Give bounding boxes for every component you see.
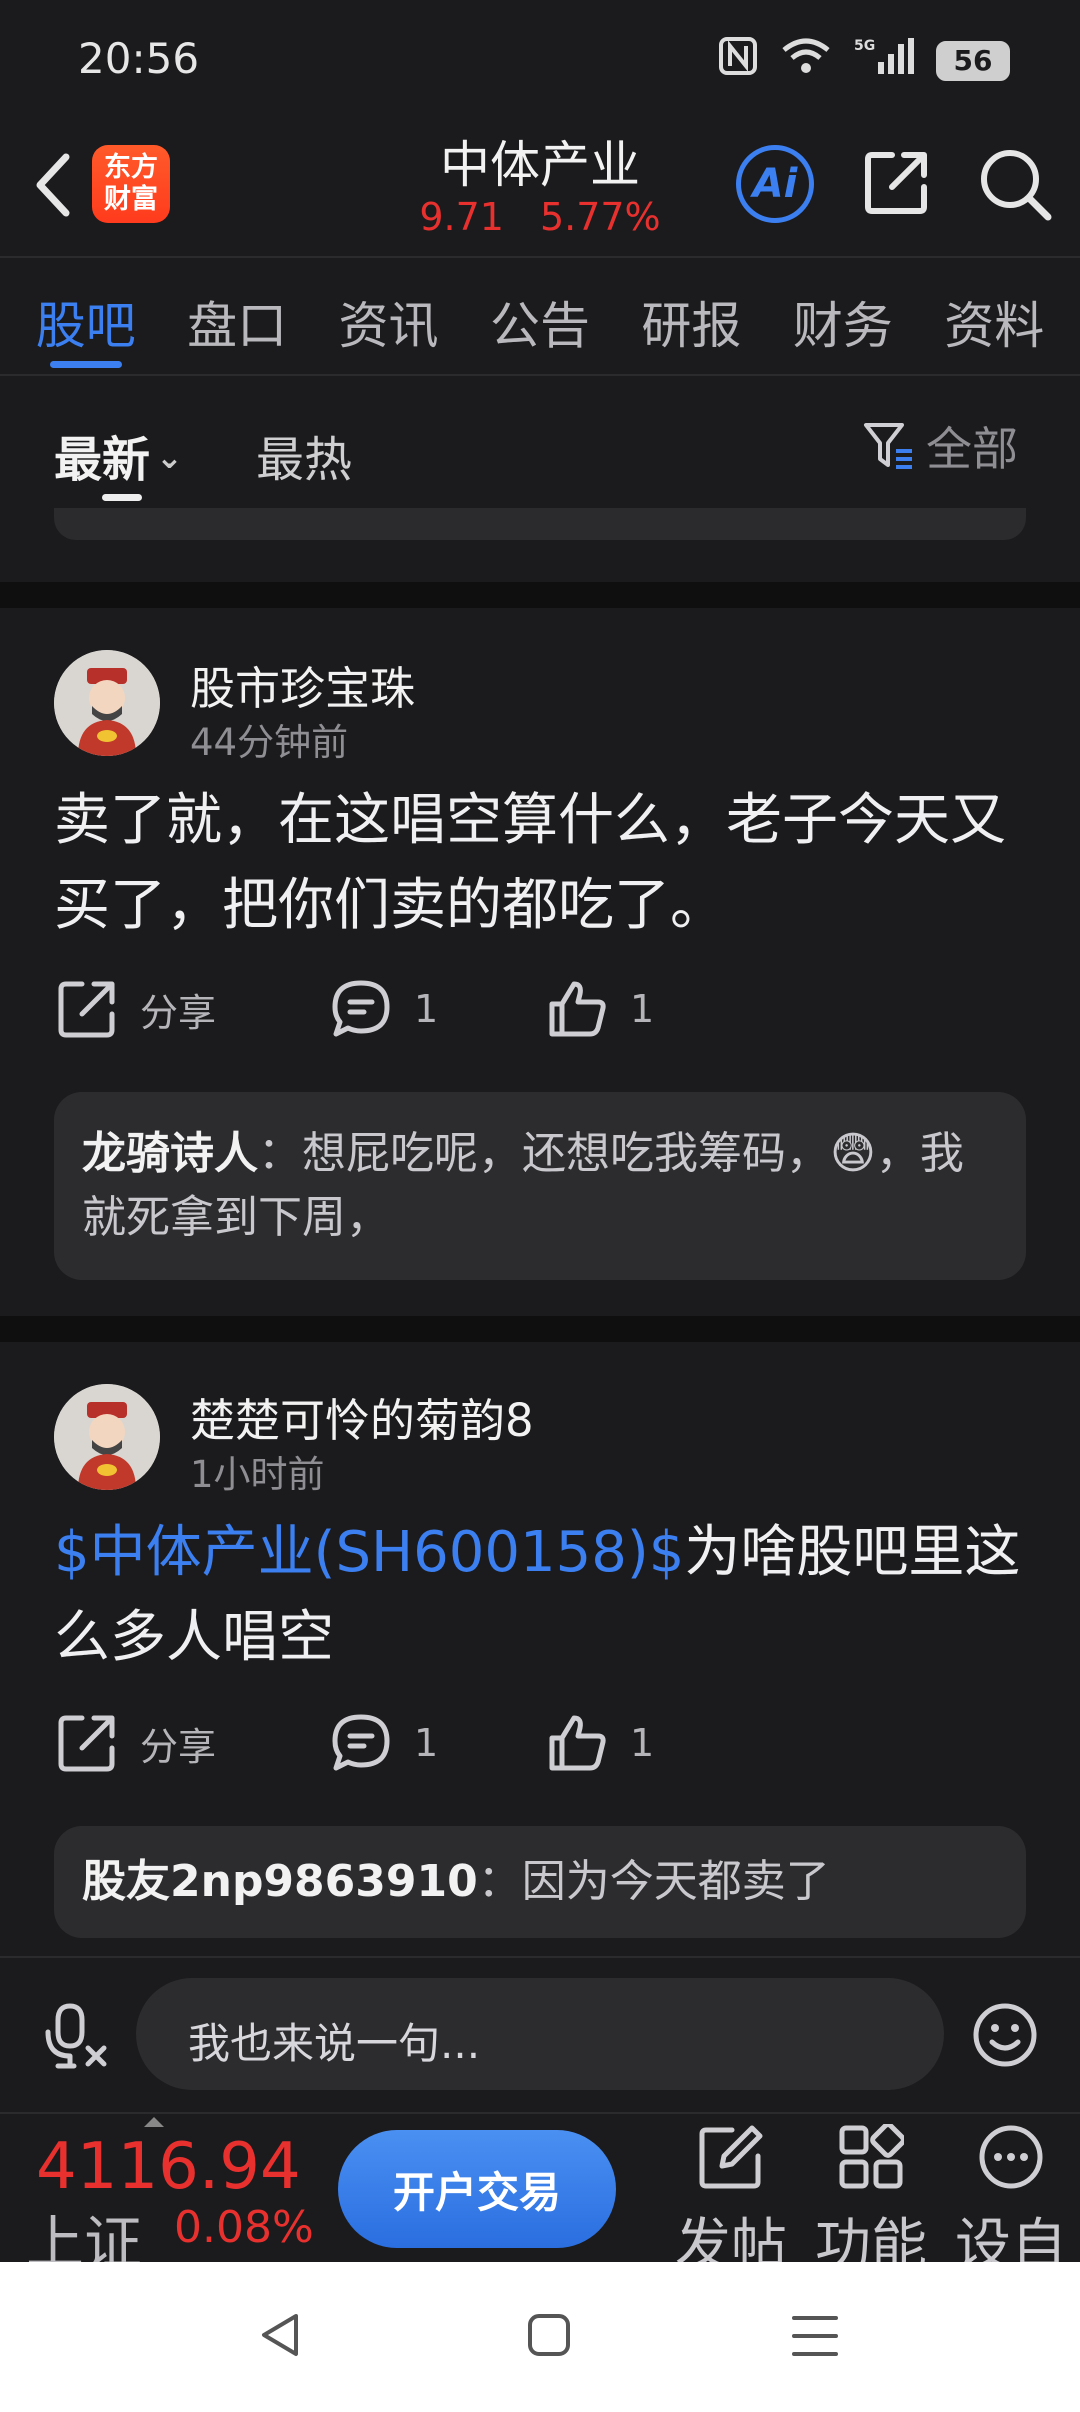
reply-author[interactable]: 龙骑诗人 bbox=[82, 1128, 258, 1179]
stock-header: 东方 财富 中体产业 9.71 5.77% Ai bbox=[0, 125, 1080, 257]
stock-price: 9.71 bbox=[419, 195, 504, 239]
reply-text: ：因为今天都卖了 bbox=[477, 1856, 830, 1907]
voice-input-icon[interactable] bbox=[42, 2002, 112, 2076]
tab-pankou[interactable]: 盘口 bbox=[187, 258, 287, 374]
share-label: 分享 bbox=[140, 1724, 217, 1769]
comment-count: 1 bbox=[414, 1721, 439, 1765]
share-icon[interactable] bbox=[862, 147, 932, 217]
post-author[interactable]: 楚楚可怜的菊韵8 bbox=[190, 1384, 534, 1449]
wifi-icon bbox=[780, 36, 832, 85]
comment-action[interactable]: 1 bbox=[330, 1712, 438, 1774]
comment-action[interactable]: 1 bbox=[330, 978, 438, 1040]
tab-finance[interactable]: 财务 bbox=[793, 258, 893, 374]
reply-preview[interactable]: 股友2np9863910：因为今天都卖了 bbox=[54, 1826, 1026, 1938]
thumbs-up-icon bbox=[549, 981, 606, 1037]
previous-item-edge bbox=[54, 508, 1026, 540]
nfc-icon bbox=[718, 36, 758, 85]
post-time: 44分钟前 bbox=[190, 721, 349, 764]
stock-change: 5.77% bbox=[539, 195, 661, 239]
like-count: 1 bbox=[630, 987, 655, 1031]
filter-button[interactable]: 全部 bbox=[862, 416, 1052, 476]
ai-assistant-button[interactable]: Ai bbox=[736, 145, 814, 223]
share-action[interactable]: 分享 bbox=[56, 1712, 216, 1774]
sort-newest[interactable]: 最新 bbox=[54, 420, 183, 490]
tab-profile[interactable]: 资料 bbox=[944, 258, 1044, 374]
comment-count: 1 bbox=[414, 987, 439, 1031]
like-action[interactable]: 1 bbox=[546, 1712, 654, 1774]
index-value[interactable]: 4116.94 bbox=[36, 2130, 301, 2204]
bottom-toolbar: 4116.94 上证 0.08% 开户交易 发帖 功能 设自 bbox=[0, 2112, 1080, 2262]
open-account-button[interactable]: 开户交易 bbox=[338, 2130, 616, 2248]
post-time: 1小时前 bbox=[190, 1453, 325, 1496]
sort-hottest[interactable]: 最热 bbox=[256, 420, 352, 490]
functions-button[interactable]: 功能 bbox=[806, 2124, 936, 2262]
customize-button[interactable]: 设自 bbox=[946, 2124, 1076, 2262]
reply-preview[interactable]: 龙骑诗人：想屁吃呢，还想吃我筹码，😨，我就死拿到下周， bbox=[54, 1092, 1026, 1280]
post-label: 发帖 bbox=[675, 2213, 787, 2262]
edit-icon bbox=[699, 2125, 763, 2189]
index-change: 0.08% bbox=[174, 2202, 314, 2253]
battery-icon: 56 bbox=[936, 40, 1010, 81]
post-separator bbox=[0, 1316, 1080, 1342]
post-author[interactable]: 股市珍宝珠 bbox=[190, 652, 415, 717]
share-label: 分享 bbox=[140, 990, 217, 1035]
search-icon[interactable] bbox=[976, 145, 1054, 223]
nav-menu-icon[interactable] bbox=[790, 2314, 840, 2362]
comment-icon bbox=[332, 980, 390, 1037]
post-button[interactable]: 发帖 bbox=[666, 2124, 796, 2262]
post-separator bbox=[0, 582, 1080, 608]
nav-home-icon[interactable] bbox=[526, 2312, 572, 2362]
filter-icon bbox=[864, 423, 912, 469]
sort-bar: 最新 最热 全部 bbox=[0, 376, 1080, 506]
like-action[interactable]: 1 bbox=[546, 978, 654, 1040]
status-time: 20:56 bbox=[78, 34, 200, 83]
system-nav-bar bbox=[0, 2262, 1080, 2412]
avatar[interactable] bbox=[54, 650, 160, 756]
nav-back-icon[interactable] bbox=[256, 2310, 306, 2364]
filter-label: 全部 bbox=[926, 422, 1018, 476]
sort-active-indicator bbox=[102, 494, 142, 501]
share-action[interactable]: 分享 bbox=[56, 978, 216, 1040]
functions-label: 功能 bbox=[815, 2213, 927, 2262]
reply-author[interactable]: 股友2np9863910 bbox=[82, 1856, 478, 1907]
tab-guba[interactable]: 股吧 bbox=[36, 258, 136, 374]
status-bar: 20:56 5G 56 bbox=[0, 0, 1080, 125]
comment-icon bbox=[332, 1714, 390, 1771]
post-card[interactable]: 楚楚可怜的菊韵8 1小时前 $中体产业(SH600158)$为啥股吧里这么多人唱… bbox=[0, 1342, 1080, 1956]
more-icon bbox=[979, 2125, 1043, 2189]
comment-bar: 我也来说一句... bbox=[0, 1956, 1080, 2111]
tab-announcements[interactable]: 公告 bbox=[490, 258, 590, 374]
post-content[interactable]: $中体产业(SH600158)$为啥股吧里这么多人唱空 bbox=[54, 1510, 1044, 1680]
like-count: 1 bbox=[630, 1721, 655, 1765]
customize-label: 设自 bbox=[955, 2213, 1067, 2262]
emoji-icon[interactable] bbox=[970, 2000, 1040, 2074]
share-icon bbox=[58, 981, 115, 1038]
status-icons: 5G 56 bbox=[718, 36, 1010, 85]
post-content[interactable]: 卖了就，在这唱空算什么，老子今天又买了，把你们卖的都吃了。 bbox=[54, 778, 1044, 948]
avatar[interactable] bbox=[54, 1384, 160, 1490]
grid-icon bbox=[839, 2124, 904, 2189]
thumbs-up-icon bbox=[549, 1715, 606, 1771]
signal-icon: 5G bbox=[854, 36, 914, 85]
post-card[interactable]: 股市珍宝珠 44分钟前 卖了就，在这唱空算什么，老子今天又买了，把你们卖的都吃了… bbox=[0, 608, 1080, 1316]
tab-research[interactable]: 研报 bbox=[641, 258, 741, 374]
stock-link[interactable]: $中体产业(SH600158)$ bbox=[54, 1520, 684, 1585]
section-tabs: 股吧 盘口 资讯 公告 研报 财务 资料 bbox=[0, 258, 1080, 374]
svg-text:5G: 5G bbox=[854, 38, 875, 54]
share-icon bbox=[58, 1715, 115, 1772]
index-name[interactable]: 上证 bbox=[26, 2196, 142, 2262]
tab-news[interactable]: 资讯 bbox=[339, 258, 439, 374]
comment-input[interactable]: 我也来说一句... bbox=[136, 1978, 944, 2090]
